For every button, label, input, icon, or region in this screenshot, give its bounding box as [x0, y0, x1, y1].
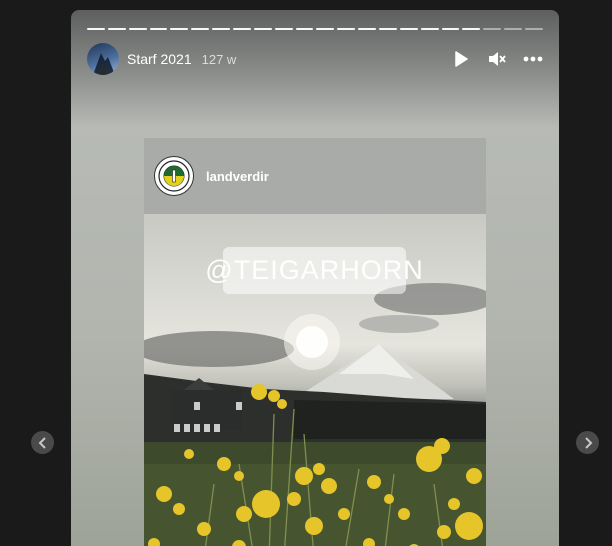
progress-segment — [295, 28, 314, 30]
previous-story-button[interactable] — [31, 431, 54, 454]
shared-post-username[interactable]: landverdir — [206, 169, 269, 184]
progress-segment — [149, 28, 168, 30]
progress-segment — [316, 28, 335, 30]
location-tag-overlay[interactable]: @TEIGARHORN — [205, 247, 423, 294]
story-header: Starf 2021 127 w — [87, 43, 543, 75]
play-icon[interactable] — [451, 49, 471, 69]
story-progress-bar — [87, 28, 543, 30]
progress-segment — [191, 28, 210, 30]
progress-segment — [399, 28, 418, 30]
progress-segment — [441, 28, 460, 30]
progress-segment — [358, 28, 377, 30]
progress-segment — [379, 28, 397, 30]
progress-segment — [274, 28, 293, 30]
story-viewer: Starf 2021 127 w landverdir @TEIGARHORN — [71, 10, 559, 546]
progress-segment — [233, 28, 251, 30]
avatar[interactable] — [87, 43, 119, 75]
chevron-left-icon — [38, 436, 46, 449]
post-photo: @TEIGARHORN — [144, 214, 486, 546]
progress-segment — [107, 28, 126, 30]
shared-post-header: landverdir — [144, 138, 486, 214]
story-controls — [451, 49, 543, 69]
progress-segment — [337, 28, 356, 30]
progress-segment — [525, 28, 543, 30]
progress-segment — [128, 28, 147, 30]
shared-post[interactable]: landverdir @TEIGARHORN — [144, 138, 486, 546]
progress-segment — [212, 28, 231, 30]
progress-segment — [483, 28, 502, 30]
more-icon[interactable] — [523, 49, 543, 69]
progress-segment — [170, 28, 189, 30]
next-story-button[interactable] — [576, 431, 599, 454]
landverdir-logo — [154, 156, 194, 196]
chevron-right-icon — [584, 436, 592, 449]
story-username[interactable]: Starf 2021 — [127, 51, 192, 67]
progress-segment — [253, 28, 272, 30]
progress-segment — [87, 28, 105, 30]
progress-segment — [504, 28, 523, 30]
story-timestamp: 127 w — [201, 51, 237, 67]
progress-segment — [420, 28, 439, 30]
progress-segment — [462, 28, 481, 30]
mute-icon[interactable] — [487, 49, 507, 69]
